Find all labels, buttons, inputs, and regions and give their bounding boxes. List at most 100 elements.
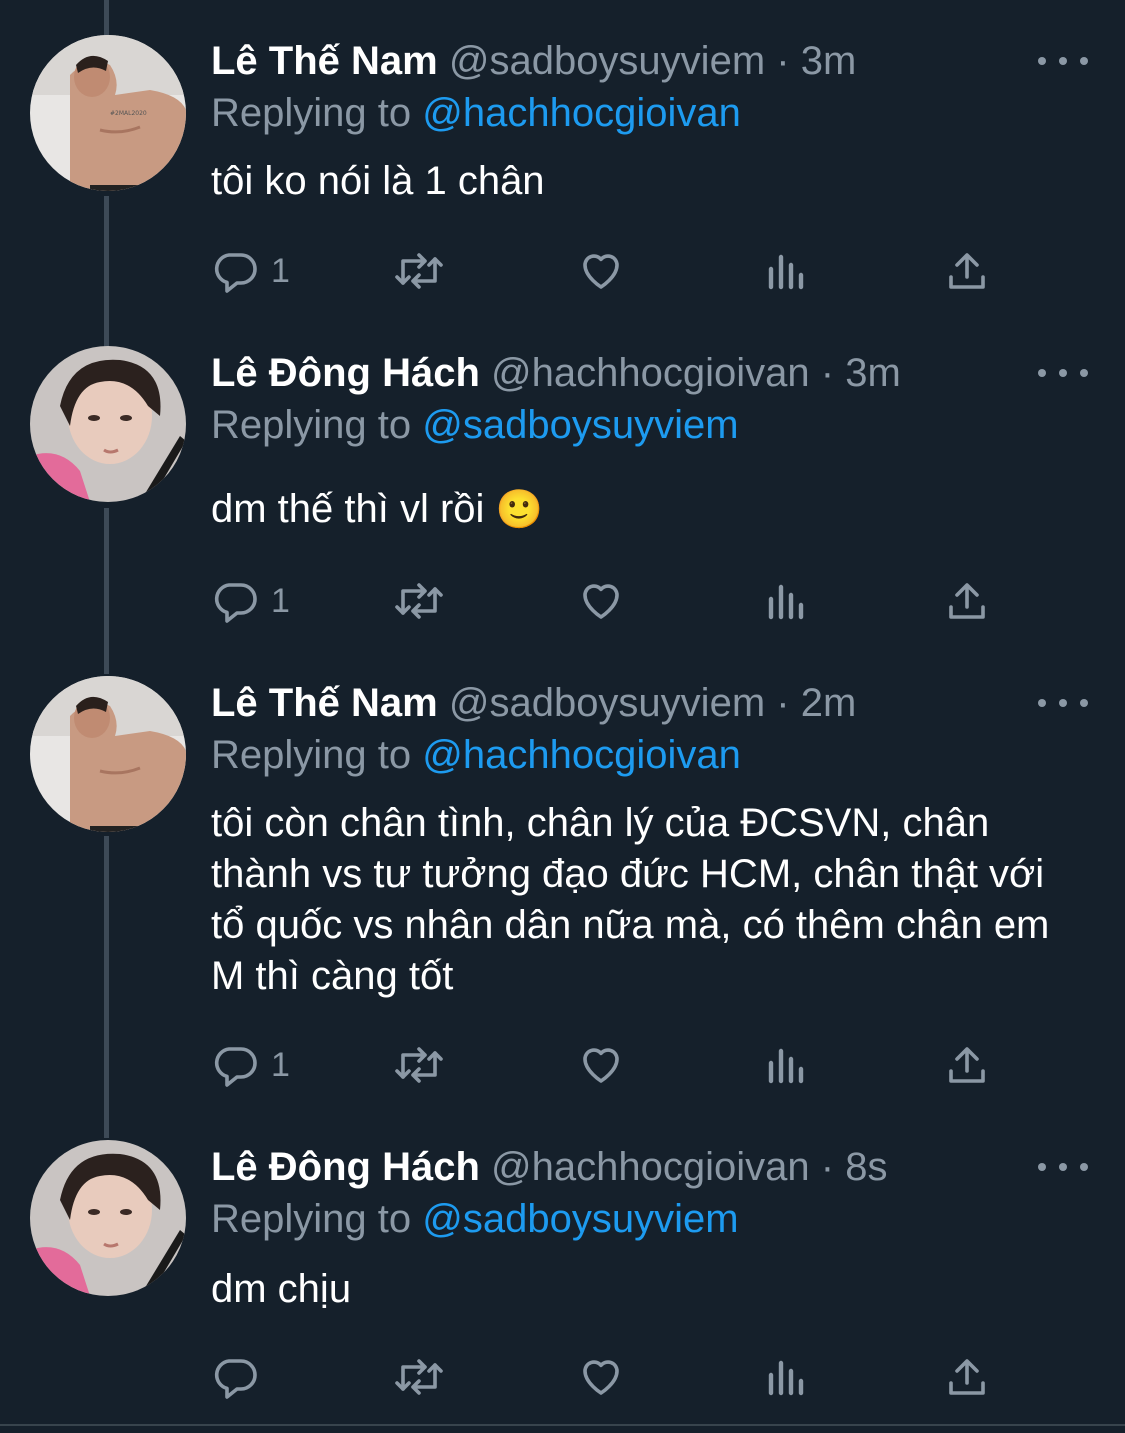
retweet-button[interactable] [391, 576, 447, 626]
replying-prefix: Replying to [211, 91, 412, 135]
username[interactable]: @sadboysuyviem [449, 39, 765, 83]
username[interactable]: @sadboysuyviem [449, 681, 765, 725]
display-name[interactable]: Lê Thế Nam [211, 681, 438, 725]
tweet-text-content: dm thế thì vl rồi [211, 487, 485, 531]
share-button[interactable] [943, 1040, 991, 1090]
reply-button[interactable]: 1 [211, 576, 290, 626]
reply-button[interactable]: 1 [211, 246, 290, 296]
reply-button[interactable] [211, 1352, 271, 1402]
tweet-header: Lê Đông Hách @hachhocgioivan · 8s [211, 1142, 887, 1192]
retweet-button[interactable] [391, 246, 447, 296]
mention-link[interactable]: @hachhocgioivan [422, 733, 741, 777]
avatar[interactable] [30, 1140, 186, 1296]
smiley-emoji: 🙂 [495, 489, 543, 531]
reply-icon [214, 1359, 257, 1399]
replying-prefix: Replying to [211, 1197, 412, 1241]
reply-count: 1 [271, 251, 290, 290]
more-icon[interactable] [1038, 358, 1088, 388]
divider [0, 1424, 1125, 1426]
retweet-icon [395, 1047, 443, 1083]
analytics-icon [768, 1048, 804, 1084]
display-name[interactable]: Lê Đông Hách [211, 351, 480, 395]
reply-count: 1 [271, 1045, 290, 1084]
display-name[interactable]: Lê Thế Nam [211, 39, 438, 83]
avatar[interactable] [30, 676, 186, 832]
tweet-text-content: tôi còn chân tình, chân lý của ĐCSVN, ch… [211, 801, 1050, 998]
like-button[interactable] [577, 576, 625, 626]
share-button[interactable] [943, 576, 991, 626]
mention-link[interactable]: @sadboysuyviem [422, 1197, 738, 1241]
replying-prefix: Replying to [211, 403, 412, 447]
thread-line [104, 508, 109, 674]
analytics-button[interactable] [763, 1040, 807, 1090]
retweet-button[interactable] [391, 1040, 447, 1090]
mention-link[interactable]: @sadboysuyviem [422, 403, 738, 447]
separator-dot: · [820, 1145, 835, 1189]
tweet-text: tôi còn chân tình, chân lý của ĐCSVN, ch… [211, 798, 1081, 1002]
tweet-text: dm chịu [211, 1264, 1091, 1315]
avatar[interactable] [30, 346, 186, 502]
timestamp[interactable]: 2m [801, 681, 857, 725]
analytics-icon [768, 254, 804, 290]
analytics-button[interactable] [763, 246, 807, 296]
tweet[interactable]: #2MAL2020 Lê Thế Nam @sadboysuyviem · 3m… [0, 0, 1125, 340]
share-button[interactable] [943, 246, 991, 296]
like-button[interactable] [577, 1040, 625, 1090]
timestamp[interactable]: 3m [801, 39, 857, 83]
replying-to: Replying to @hachhocgioivan [211, 730, 741, 780]
more-icon[interactable] [1038, 46, 1088, 76]
heart-icon [583, 1360, 619, 1395]
tweet-header: Lê Thế Nam @sadboysuyviem · 2m [211, 678, 856, 728]
display-name[interactable]: Lê Đông Hách [211, 1145, 480, 1189]
share-icon [949, 583, 985, 619]
share-icon [949, 1047, 985, 1083]
tweet-text-content: dm chịu [211, 1267, 352, 1311]
action-bar [211, 1352, 1011, 1402]
retweet-button[interactable] [391, 1352, 447, 1402]
tweet-text: dm thế thì vl rồi 🙂 [211, 484, 1091, 536]
tweet-header: Lê Đông Hách @hachhocgioivan · 3m [211, 348, 901, 398]
replying-to: Replying to @sadboysuyviem [211, 1194, 739, 1244]
timestamp[interactable]: 3m [845, 351, 901, 395]
action-bar: 1 [211, 246, 1011, 296]
separator-dot: · [776, 39, 790, 83]
like-button[interactable] [577, 246, 625, 296]
reply-button[interactable]: 1 [211, 1040, 290, 1090]
action-bar: 1 [211, 576, 1011, 626]
heart-icon [583, 584, 619, 619]
analytics-button[interactable] [763, 576, 807, 626]
heart-icon [583, 1048, 619, 1083]
username[interactable]: @hachhocgioivan [491, 1145, 810, 1189]
separator-dot: · [820, 351, 835, 395]
analytics-icon [768, 584, 804, 620]
replying-prefix: Replying to [211, 733, 412, 777]
retweet-icon [395, 1359, 443, 1395]
mention-link[interactable]: @hachhocgioivan [422, 91, 741, 135]
replying-to: Replying to @hachhocgioivan [211, 88, 741, 138]
share-button[interactable] [943, 1352, 991, 1402]
share-icon [949, 1359, 985, 1395]
analytics-button[interactable] [763, 1352, 807, 1402]
heart-icon [583, 254, 619, 289]
more-icon[interactable] [1038, 688, 1088, 718]
reply-icon [214, 583, 257, 623]
tweet-text: tôi ko nói là 1 chân [211, 156, 1091, 207]
tweet-text-content: tôi ko nói là 1 chân [211, 159, 545, 203]
reply-icon [214, 1047, 257, 1087]
retweet-icon [395, 583, 443, 619]
thread-line [104, 836, 109, 1138]
tweet-header: Lê Thế Nam @sadboysuyviem · 3m [211, 36, 856, 86]
reply-count: 1 [271, 581, 290, 620]
separator-dot: · [776, 681, 790, 725]
timestamp[interactable]: 8s [845, 1145, 887, 1189]
replying-to: Replying to @sadboysuyviem [211, 400, 739, 450]
action-bar: 1 [211, 1040, 1011, 1090]
share-icon [949, 253, 985, 289]
more-icon[interactable] [1038, 1152, 1088, 1182]
svg-text:#2MAL2020: #2MAL2020 [110, 110, 147, 117]
username[interactable]: @hachhocgioivan [491, 351, 810, 395]
analytics-icon [768, 1360, 804, 1396]
avatar[interactable]: #2MAL2020 [30, 35, 186, 191]
retweet-icon [395, 253, 443, 289]
like-button[interactable] [577, 1352, 625, 1402]
